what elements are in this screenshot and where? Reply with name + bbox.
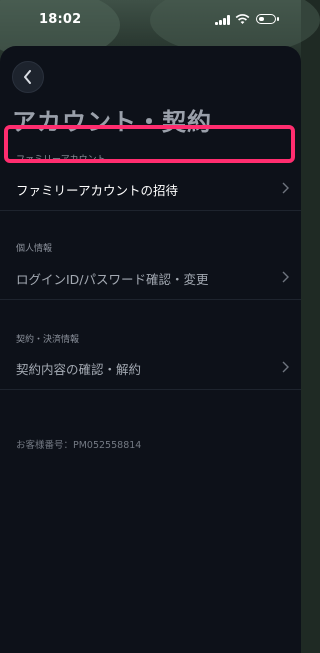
contract-details-row[interactable]: 契約内容の確認・解約: [0, 346, 301, 390]
wifi-icon: [235, 14, 250, 24]
login-password-row[interactable]: ログインID/パスワード確認・変更: [0, 256, 301, 300]
contract-details-label: 契約内容の確認・解約: [16, 362, 142, 377]
family-invite-label: ファミリーアカウントの招待: [16, 183, 179, 198]
section-header-personal: 個人情報: [16, 244, 53, 254]
back-button[interactable]: [12, 61, 44, 93]
status-time: 18:02: [39, 12, 82, 27]
battery-icon: [256, 14, 279, 24]
status-bar: 18:02: [0, 0, 301, 40]
login-password-label: ログインID/パスワード確認・変更: [16, 272, 209, 287]
highlight-frame: [4, 125, 295, 163]
customer-number: お客様番号：PM052558814: [16, 440, 142, 451]
signal-icon: [215, 15, 231, 25]
chevron-right-icon: [282, 361, 289, 373]
back-arrow-icon: [24, 70, 31, 84]
chevron-right-icon: [282, 271, 289, 283]
section-header-contract: 契約・決済情報: [16, 335, 80, 345]
chevron-right-icon: [282, 182, 289, 194]
family-invite-row[interactable]: ファミリーアカウントの招待: [0, 167, 301, 211]
